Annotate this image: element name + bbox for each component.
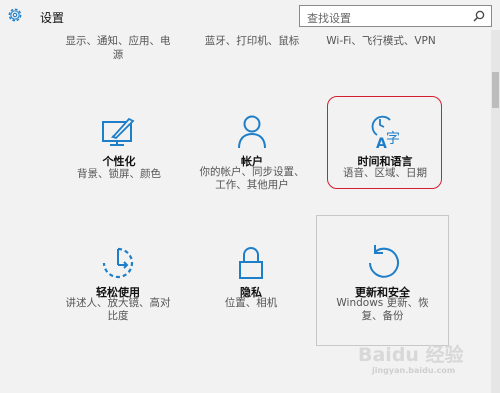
baidu-watermark: Baidu 经验 jingyan.baidu.com bbox=[352, 340, 492, 384]
system-desc-line2: 源 bbox=[112, 49, 124, 61]
tile-update-security-desc-line2: 复、备份 bbox=[361, 310, 404, 322]
refresh-icon bbox=[368, 245, 399, 278]
search-input[interactable]: 查找设置 bbox=[299, 5, 492, 27]
tile-accounts[interactable]: 帐户 你的帐户、同步设置、 工作、其他用户 bbox=[196, 112, 308, 192]
tile-accounts-desc-line2: 工作、其他用户 bbox=[215, 179, 289, 191]
gear-icon[interactable] bbox=[6, 6, 24, 24]
devices-category-desc[interactable]: 蓝牙、打印机、鼠标 bbox=[196, 34, 308, 48]
person-icon bbox=[238, 115, 266, 149]
system-desc-line1: 显示、通知、应用、电 bbox=[65, 35, 171, 47]
lock-icon bbox=[239, 247, 263, 279]
tile-accounts-desc-line1: 你的帐户、同步设置、 bbox=[199, 166, 305, 178]
tile-update-security[interactable]: 更新和安全 Windows 更新、恢 复、备份 bbox=[320, 243, 445, 323]
tile-personalization-desc: 背景、锁屏、颜色 bbox=[77, 168, 161, 180]
tile-privacy[interactable]: 隐私 位置、相机 bbox=[200, 243, 302, 313]
tile-update-security-desc-line1: Windows 更新、恢 bbox=[336, 297, 429, 309]
tile-personalization[interactable]: 个性化 背景、锁屏、颜色 bbox=[68, 112, 170, 182]
devices-desc-line1: 蓝牙、打印机、鼠标 bbox=[204, 35, 300, 47]
ease-of-access-icon bbox=[102, 247, 134, 279]
network-category-desc[interactable]: Wi-Fi、飞行模式、VPN bbox=[316, 34, 446, 48]
personalization-icon bbox=[102, 117, 135, 146]
page-title: 设置 bbox=[40, 11, 65, 25]
red-highlight-annotation bbox=[327, 96, 442, 189]
header: 设置 查找设置 bbox=[0, 0, 500, 30]
tile-privacy-desc: 位置、相机 bbox=[224, 297, 278, 309]
scrollbar-thumb[interactable] bbox=[492, 72, 499, 108]
tile-ease-of-access-desc-line2: 比度 bbox=[107, 310, 129, 322]
search-icon[interactable] bbox=[473, 10, 485, 22]
network-desc-line1: Wi-Fi、飞行模式、VPN bbox=[326, 35, 436, 47]
tile-ease-of-access-desc-line1: 讲述人、放大镜、高对 bbox=[65, 297, 171, 309]
watermark-main: Baidu 经验 bbox=[358, 344, 464, 366]
system-category-desc[interactable]: 显示、通知、应用、电 源 bbox=[62, 34, 174, 62]
tile-ease-of-access[interactable]: 轻松使用 讲述人、放大镜、高对 比度 bbox=[62, 243, 174, 323]
watermark-sub: jingyan.baidu.com bbox=[372, 366, 456, 375]
search-placeholder: 查找设置 bbox=[307, 12, 351, 25]
